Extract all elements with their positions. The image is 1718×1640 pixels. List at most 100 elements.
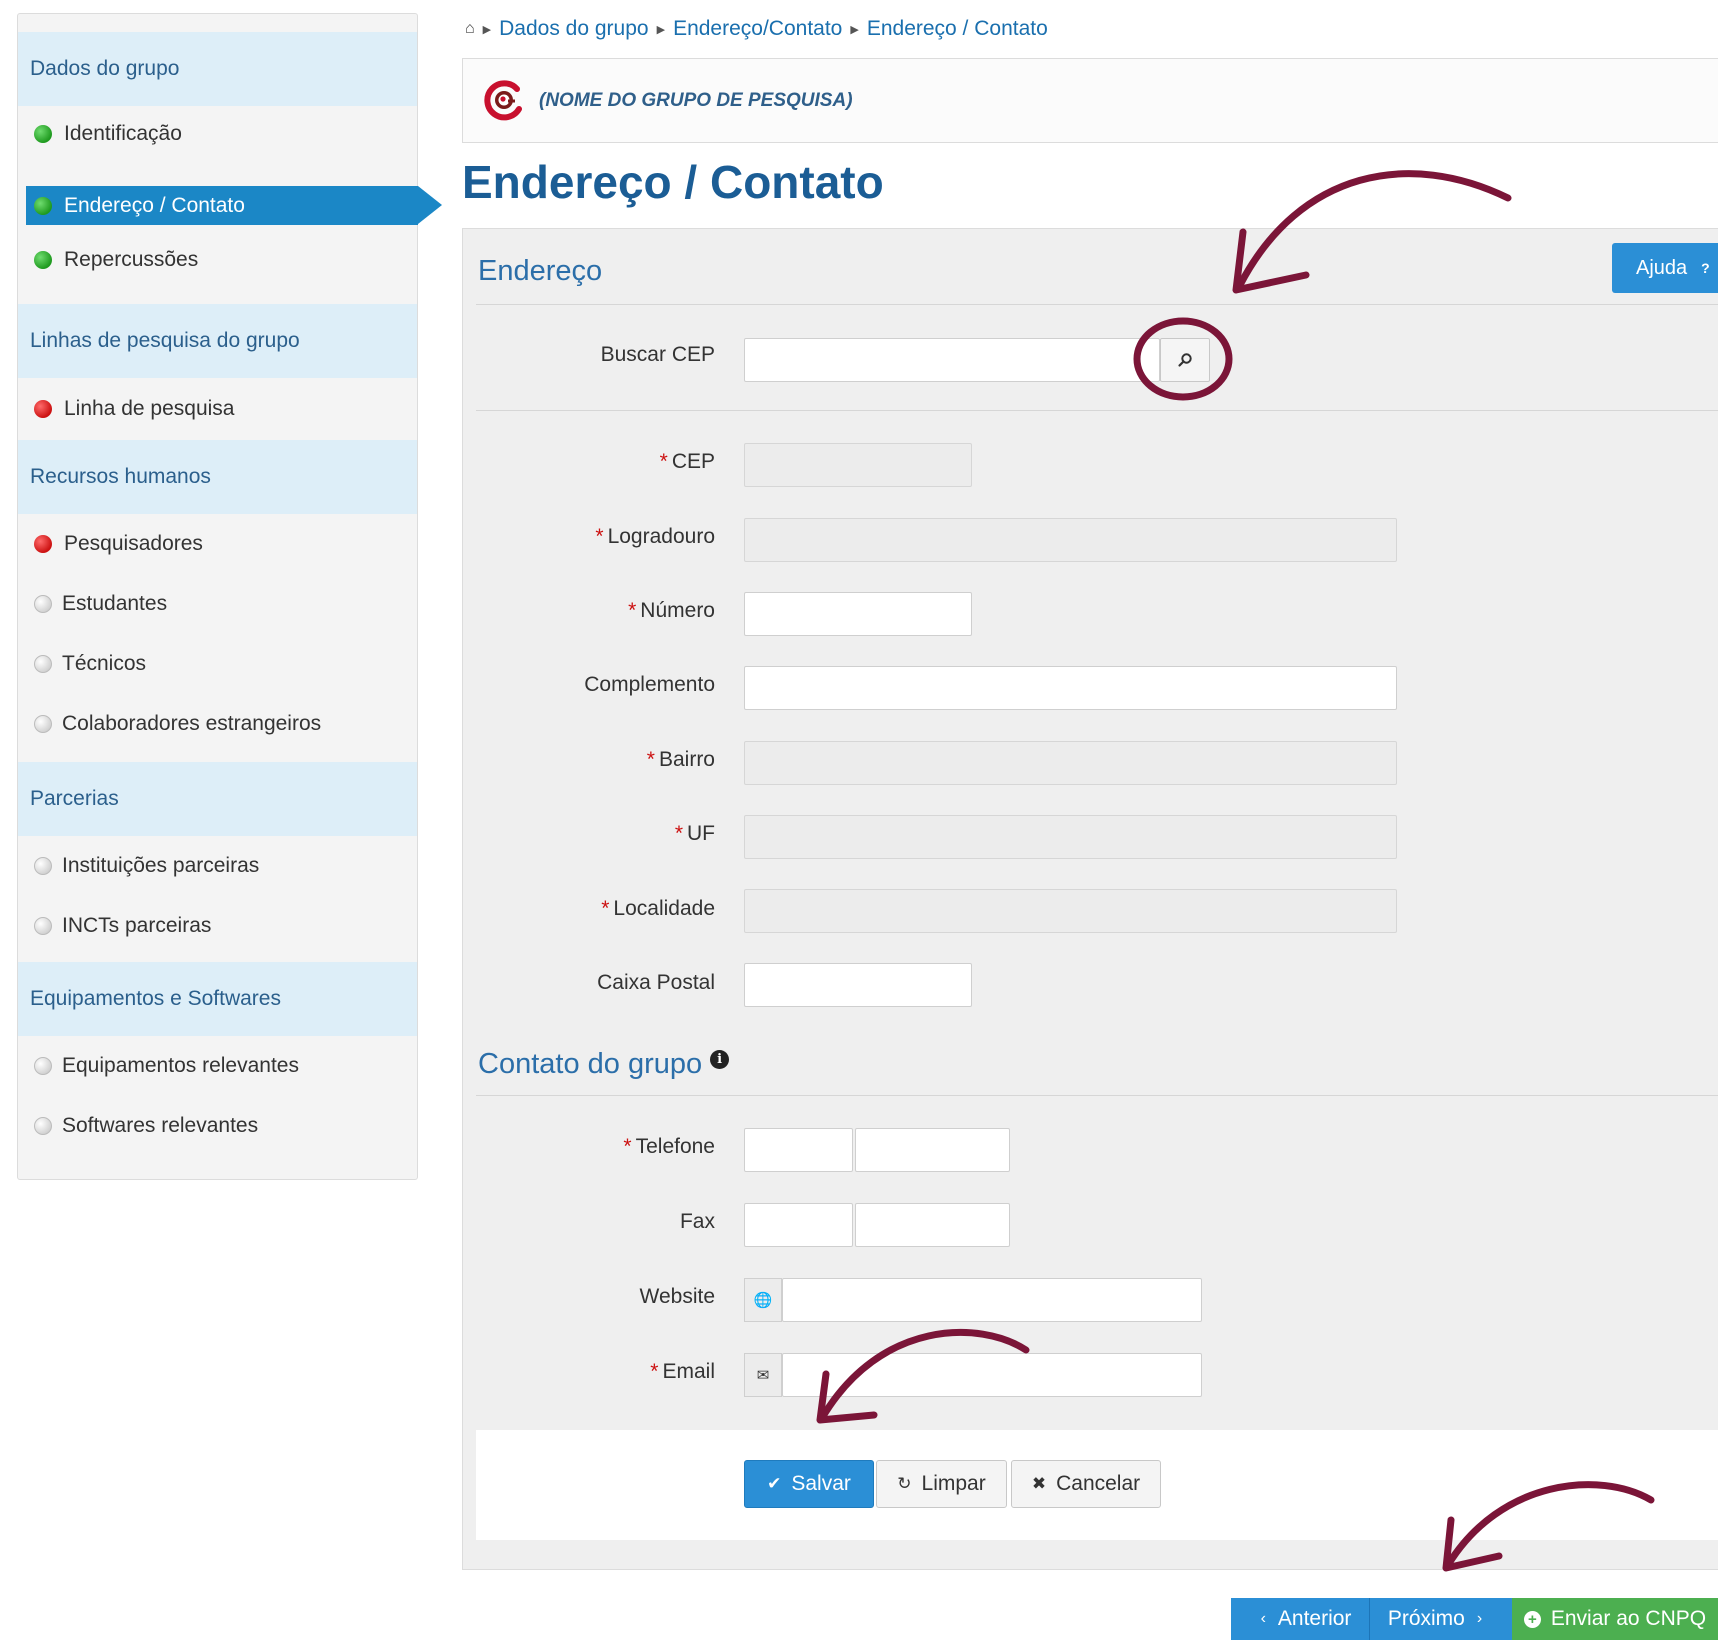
- status-green-icon: [34, 125, 52, 143]
- save-button-label: Salvar: [791, 1472, 851, 1495]
- sidebar-item-tecnicos[interactable]: Técnicos: [18, 634, 417, 694]
- help-button[interactable]: Ajuda ?: [1612, 243, 1718, 293]
- localidade-label: * Localidade: [455, 897, 715, 921]
- status-red-icon: [34, 535, 52, 553]
- required-marker: *: [659, 450, 668, 473]
- website-label: Website: [455, 1285, 715, 1309]
- breadcrumb-link-dados-do-grupo[interactable]: Dados do grupo: [499, 17, 648, 41]
- sidebar-item-equipamentos-relevantes[interactable]: Equipamentos relevantes: [18, 1036, 417, 1096]
- bairro-field[interactable]: [744, 741, 1397, 785]
- sidebar-item-label: Repercussões: [64, 248, 199, 271]
- caixa-postal-field[interactable]: [744, 963, 972, 1007]
- logradouro-field[interactable]: [744, 518, 1397, 562]
- sidebar-item-pesquisadores[interactable]: Pesquisadores: [18, 514, 417, 574]
- required-marker: *: [674, 822, 683, 845]
- sidebar-section-title: Linhas de pesquisa do grupo: [30, 329, 300, 352]
- group-header: (NOME DO GRUPO DE PESQUISA): [462, 58, 1718, 143]
- fax-ddd-field[interactable]: [744, 1203, 853, 1247]
- home-icon[interactable]: ⌂: [465, 20, 475, 38]
- sidebar-item-label: Endereço / Contato: [64, 193, 245, 217]
- sidebar-item-estudantes[interactable]: Estudantes: [18, 574, 417, 634]
- cancel-button[interactable]: ✖ Cancelar: [1011, 1460, 1161, 1508]
- clear-button-label: Limpar: [921, 1472, 986, 1495]
- status-empty-icon: [34, 655, 52, 673]
- sidebar-item-colaboradores[interactable]: Colaboradores estrangeiros: [18, 694, 417, 754]
- sidebar-section-title: Dados do grupo: [30, 57, 180, 80]
- send-button-label: Enviar ao CNPQ: [1550, 1607, 1707, 1630]
- status-green-icon: [34, 196, 52, 215]
- sidebar-item-repercussoes[interactable]: Repercussões: [18, 232, 417, 288]
- plus-circle-icon: +: [1523, 1610, 1541, 1628]
- section-title-endereco: Endereço: [478, 255, 603, 287]
- buscar-cep-input[interactable]: [744, 338, 1160, 382]
- next-button[interactable]: Próximo ›: [1370, 1598, 1512, 1640]
- email-field[interactable]: [782, 1353, 1202, 1397]
- email-label: * Email: [455, 1360, 715, 1384]
- cancel-button-label: Cancelar: [1056, 1472, 1141, 1495]
- label-text: Número: [640, 599, 715, 622]
- status-green-icon: [34, 251, 52, 269]
- buscar-cep-label: Buscar CEP: [455, 343, 715, 367]
- sidebar-item-endereco-contato[interactable]: Endereço / Contato: [26, 186, 442, 225]
- close-icon: ✖: [1031, 1474, 1047, 1493]
- label-text: Bairro: [658, 748, 715, 771]
- status-empty-icon: [34, 857, 52, 875]
- chevron-right-icon: ›: [1476, 1610, 1483, 1627]
- label-text: Caixa Postal: [597, 971, 715, 994]
- fax-number-field[interactable]: [855, 1203, 1010, 1247]
- numero-field[interactable]: [744, 592, 972, 636]
- divider: [476, 1095, 1718, 1096]
- bairro-label: * Bairro: [455, 748, 715, 772]
- status-empty-icon: [34, 595, 52, 613]
- search-icon: [1178, 353, 1192, 367]
- cnpq-logo-icon: [484, 79, 522, 120]
- logradouro-label: * Logradouro: [455, 525, 715, 549]
- fax-label: Fax: [455, 1210, 715, 1234]
- envelope-icon: ✉: [744, 1353, 782, 1397]
- sidebar-section-title: Parcerias: [30, 787, 119, 810]
- check-icon: ✔: [767, 1474, 782, 1493]
- telefone-label: * Telefone: [455, 1135, 715, 1159]
- sidebar-item-softwares-relevantes[interactable]: Softwares relevantes: [18, 1096, 417, 1156]
- sidebar-item-incts-parceiras[interactable]: INCTs parceiras: [18, 896, 417, 956]
- sidebar-nav: Dados do grupo Identificação Endereço / …: [17, 13, 442, 1180]
- question-icon: ?: [1701, 260, 1710, 276]
- section-title-text: Contato do grupo: [478, 1048, 703, 1080]
- chevron-left-icon: ‹: [1260, 1610, 1266, 1627]
- uf-label: * UF: [455, 822, 715, 846]
- localidade-field[interactable]: [744, 889, 1397, 933]
- breadcrumb-separator-icon: ▶: [656, 23, 666, 36]
- sidebar-item-linha-de-pesquisa[interactable]: Linha de pesquisa: [18, 378, 417, 440]
- complemento-field[interactable]: [744, 666, 1397, 710]
- status-empty-icon: [34, 715, 52, 733]
- clear-button[interactable]: ↻ Limpar: [876, 1460, 1007, 1508]
- telefone-number-field[interactable]: [855, 1128, 1010, 1172]
- info-icon[interactable]: i: [710, 1050, 730, 1069]
- sidebar-item-identificacao[interactable]: Identificação: [18, 106, 417, 162]
- cep-field[interactable]: [744, 443, 972, 487]
- uf-field[interactable]: [744, 815, 1397, 859]
- label-text: Buscar CEP: [600, 343, 715, 366]
- numero-label: * Número: [455, 599, 715, 623]
- sidebar-section-dados-do-grupo: Dados do grupo: [18, 32, 417, 106]
- breadcrumb-link-endereco-contato[interactable]: Endereço/Contato: [673, 17, 842, 41]
- sidebar-item-instituicoes-parceiras[interactable]: Instituições parceiras: [18, 836, 417, 896]
- previous-button[interactable]: ‹ Anterior: [1231, 1598, 1370, 1640]
- breadcrumb-separator-icon: ▶: [482, 23, 492, 36]
- send-to-cnpq-button[interactable]: + Enviar ao CNPQ: [1512, 1598, 1718, 1640]
- cep-label: * CEP: [455, 450, 715, 474]
- previous-button-label: Anterior: [1277, 1607, 1352, 1630]
- section-title-contato: Contato do grupo i: [478, 1048, 730, 1081]
- label-text: UF: [687, 822, 715, 845]
- breadcrumb-separator-icon: ▶: [850, 23, 859, 36]
- required-marker: *: [646, 748, 655, 771]
- label-text: Website: [639, 1285, 715, 1308]
- save-button[interactable]: ✔ Salvar: [744, 1460, 874, 1508]
- sidebar-section-recursos-humanos: Recursos humanos: [18, 440, 417, 514]
- website-field[interactable]: [782, 1278, 1202, 1322]
- search-cep-button[interactable]: [1160, 338, 1210, 382]
- breadcrumb-current[interactable]: Endereço / Contato: [867, 17, 1048, 41]
- status-empty-icon: [34, 917, 52, 935]
- sidebar-section-equipamentos-softwares: Equipamentos e Softwares: [18, 962, 417, 1036]
- telefone-ddd-field[interactable]: [744, 1128, 853, 1172]
